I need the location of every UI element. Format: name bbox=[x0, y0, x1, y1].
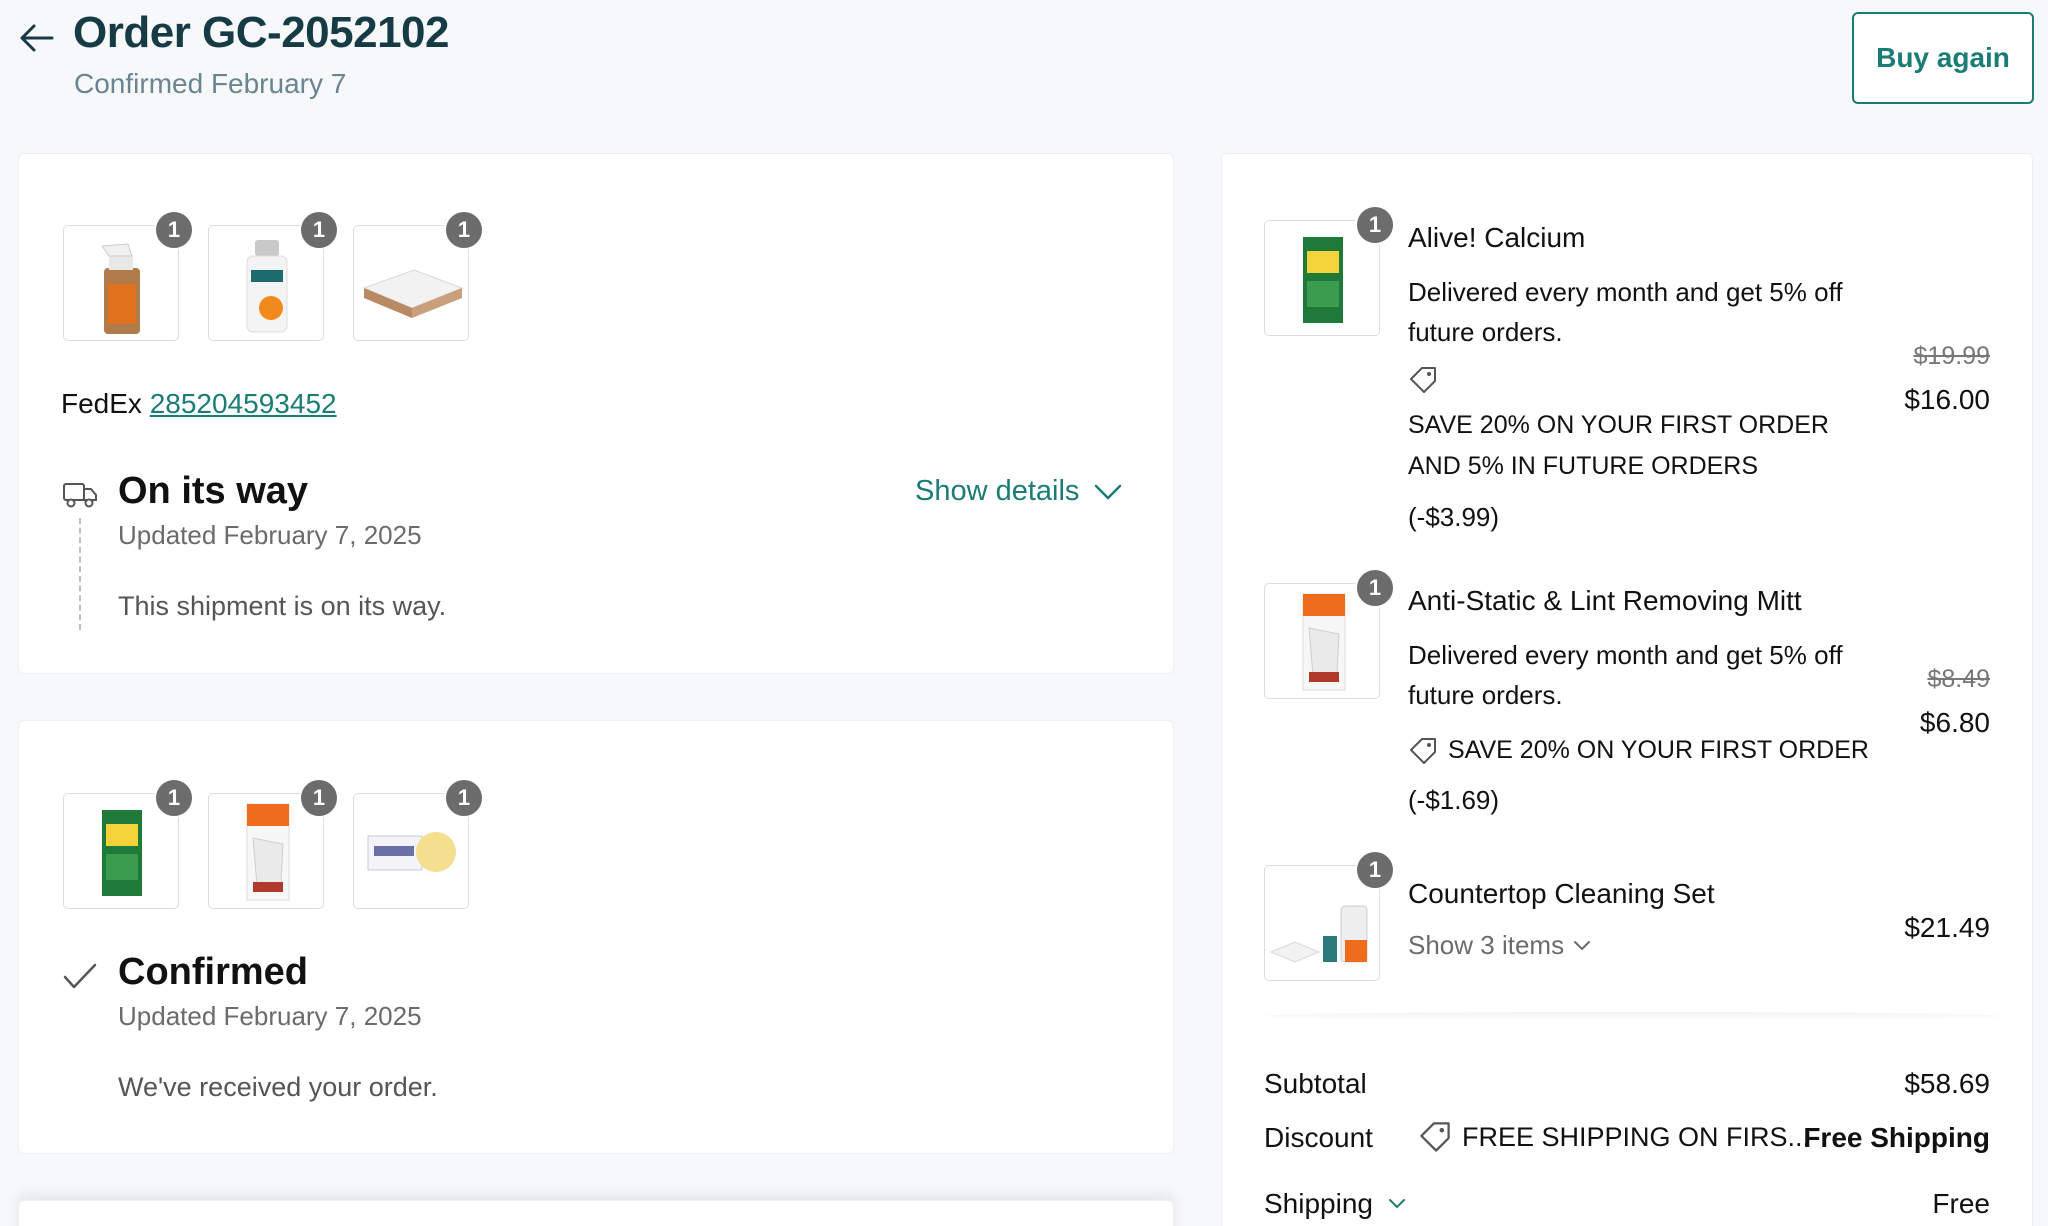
shipment-status: On its way bbox=[118, 470, 309, 512]
scroll-fade bbox=[1265, 1012, 2000, 1020]
check-icon bbox=[63, 963, 97, 989]
quantity-badge: 1 bbox=[299, 778, 339, 818]
order-confirmed-date: Confirmed February 7 bbox=[74, 68, 347, 99]
order-item-promo: SAVE 20% ON YOUR FIRST ORDER bbox=[1448, 736, 1869, 764]
back-button[interactable] bbox=[14, 18, 58, 58]
order-item-promo-row: SAVE 20% ON YOUR FIRST ORDER bbox=[1408, 730, 1869, 771]
subtotal-label: Subtotal bbox=[1264, 1068, 1367, 1099]
order-item-thumb[interactable]: 1 bbox=[1264, 850, 1395, 981]
order-item-discount: (-$1.69) bbox=[1408, 785, 1500, 815]
shipment-item-thumb[interactable]: 1 bbox=[208, 210, 339, 341]
order-item-name: Countertop Cleaning Set bbox=[1408, 878, 1715, 909]
shipping-toggle[interactable]: Shipping bbox=[1264, 1188, 1407, 1220]
shipment-message: This shipment is on its way. bbox=[118, 591, 447, 621]
tag-icon bbox=[1420, 1122, 1450, 1152]
order-item-original-price: $8.49 bbox=[1927, 665, 1990, 693]
shipment-updated-date: Updated February 7, 2025 bbox=[118, 520, 422, 550]
confirmed-item-thumb[interactable]: 1 bbox=[63, 778, 194, 909]
order-item-thumb[interactable]: 1 bbox=[1264, 568, 1395, 699]
page-title: Order GC-2052102 bbox=[73, 8, 450, 57]
discount-label: Discount bbox=[1264, 1122, 1373, 1153]
tag-icon bbox=[1410, 367, 1436, 393]
discount-code: FREE SHIPPING ON FIRS... bbox=[1418, 1120, 1810, 1154]
order-item-desc: Delivered every month and get 5% off fut… bbox=[1408, 640, 1843, 710]
order-item-price: $21.49 bbox=[1904, 912, 1990, 943]
order-item-original-price: $19.99 bbox=[1913, 342, 1990, 370]
shipping-value: Free bbox=[1932, 1188, 1990, 1219]
quantity-badge: 1 bbox=[154, 778, 194, 818]
order-item-thumb[interactable]: 1 bbox=[1264, 205, 1395, 336]
discount-value: Free Shipping bbox=[1803, 1122, 1990, 1153]
arrow-left-icon bbox=[20, 24, 54, 52]
shipping-label: Shipping bbox=[1264, 1188, 1373, 1219]
carrier-name: FedEx bbox=[61, 388, 142, 419]
quantity-badge: 1 bbox=[1355, 568, 1395, 608]
shipment-item-thumb[interactable]: 1 bbox=[63, 210, 194, 341]
quantity-badge: 1 bbox=[444, 210, 484, 250]
order-item-promo: SAVE 20% ON YOUR FIRST ORDER AND 5% IN F… bbox=[1408, 411, 1829, 480]
order-item-name: Anti-Static & Lint Removing Mitt bbox=[1408, 585, 1802, 616]
quantity-badge: 1 bbox=[299, 210, 339, 250]
show-details-label: Show details bbox=[915, 475, 1080, 507]
confirmed-item-thumb[interactable]: 1 bbox=[208, 778, 339, 909]
order-item-price: $6.80 bbox=[1919, 707, 1990, 738]
order-item-discount: (-$3.99) bbox=[1408, 502, 1500, 532]
confirmed-message: We've received your order. bbox=[118, 1072, 438, 1102]
quantity-badge: 1 bbox=[1355, 205, 1395, 245]
confirmed-item-thumb[interactable]: 1 bbox=[353, 778, 484, 909]
chevron-down-icon bbox=[1574, 940, 1591, 950]
confirmed-updated-date: Updated February 7, 2025 bbox=[118, 1001, 422, 1031]
chevron-down-icon bbox=[1095, 484, 1122, 500]
quantity-badge: 1 bbox=[1355, 850, 1395, 890]
show-items-button[interactable]: Show 3 items bbox=[1408, 930, 1592, 961]
subtotal-value: $58.69 bbox=[1904, 1068, 1990, 1099]
delivery-truck-icon bbox=[63, 483, 97, 508]
chevron-down-icon bbox=[1388, 1199, 1405, 1209]
tracking-link[interactable]: 285204593452 bbox=[150, 388, 337, 419]
quantity-badge: 1 bbox=[154, 210, 194, 250]
tag-icon bbox=[1410, 737, 1436, 764]
order-item-price: $16.00 bbox=[1904, 384, 1990, 415]
show-items-label: Show 3 items bbox=[1408, 930, 1565, 960]
quantity-badge: 1 bbox=[444, 778, 484, 818]
shipment-item-thumb[interactable]: 1 bbox=[353, 210, 484, 341]
timeline-line bbox=[79, 518, 81, 630]
order-item-name: Alive! Calcium bbox=[1408, 222, 1586, 253]
buy-again-button[interactable]: Buy again bbox=[1852, 12, 2034, 104]
discount-code-text: FREE SHIPPING ON FIRS... bbox=[1462, 1121, 1811, 1152]
order-item-desc: Delivered every month and get 5% off fut… bbox=[1408, 277, 1843, 347]
carrier-line: FedEx 285204593452 bbox=[61, 388, 337, 420]
next-shipment-card bbox=[18, 1200, 1174, 1226]
confirmed-status: Confirmed bbox=[118, 951, 308, 993]
show-details-button[interactable]: Show details bbox=[915, 475, 1123, 508]
